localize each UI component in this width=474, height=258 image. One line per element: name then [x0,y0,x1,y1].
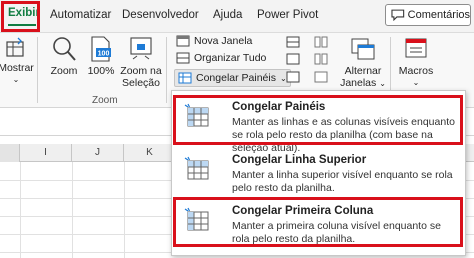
alternar-label-2: Janelas ⌄ [340,77,386,90]
sync-scroll-icon [314,53,328,65]
arrange-all-icon [176,52,190,64]
zoom-100-button[interactable]: 100 100% [85,35,117,77]
mostrar-dropdown-icon: ⌄ [12,75,20,84]
zoom-button[interactable]: Zoom [46,35,82,77]
alternar-janelas-button[interactable]: Alternar Janelas ⌄ [340,35,386,90]
column-header-j[interactable]: J [72,144,124,162]
reset-position-icon [314,71,328,83]
tab-desenvolvedor[interactable]: Desenvolvedor [122,9,199,21]
zoom-selection-icon [130,37,152,60]
unhide-window-icon [286,71,300,83]
menu-highlight-box [173,197,463,247]
split-icon [286,36,300,48]
gridline [124,162,125,258]
freeze-panes-menu: Congelar Painéis Manter as linhas e as c… [171,90,466,256]
comments-button-label: Comentários [407,9,470,21]
menu-item-title: Congelar Linha Superior [232,154,367,166]
gridline [72,162,73,258]
congelar-paineis-label: Congelar Painéis [196,72,276,84]
tab-ajuda[interactable]: Ajuda [213,9,242,21]
menu-item-congelar-linha-superior[interactable]: Congelar Linha Superior Manter a linha s… [176,148,463,200]
svg-text:100: 100 [98,51,110,58]
ribbon-separator [166,37,167,103]
macros-button[interactable]: Macros ⌄ [398,35,434,89]
zoom-group-label: Zoom [92,95,118,106]
column-header-i[interactable]: I [20,144,72,162]
switch-windows-icon [351,38,375,60]
chevron-down-icon: ⌄ [379,79,386,88]
comment-icon [391,9,405,21]
gridline [20,162,21,258]
congelar-paineis-button[interactable]: Congelar Painéis ⌄ [174,69,291,87]
menu-highlight-box [173,95,463,145]
alternar-label-1: Alternar [344,65,382,77]
zoom-100-label: 100% [87,65,115,77]
side-by-side-icon [314,36,328,48]
mostrar-button[interactable]: Mostrar ⌄ [0,36,34,86]
tab-power-pivot[interactable]: Power Pivot [257,9,318,21]
freeze-top-row-icon [184,156,209,180]
comments-button[interactable]: Comentários [385,4,471,26]
show-icon [6,37,24,57]
zoom-selection-button[interactable]: Zoom na Seleção [118,35,164,89]
organizar-tudo-button[interactable]: Organizar Tudo [176,52,266,64]
new-window-icon [176,35,190,47]
nova-janela-button[interactable]: Nova Janela [176,35,252,47]
macros-dropdown-icon: ⌄ [412,78,420,87]
magnifier-icon [53,37,76,61]
nova-janela-label: Nova Janela [194,35,253,47]
ribbon-separator [37,37,38,103]
alternar-label-2-text: Janelas [340,77,377,89]
hide-window-icon [286,53,300,65]
organizar-tudo-label: Organizar Tudo [194,52,267,64]
menu-item-desc: Manter a linha superior visível enquanto… [232,169,453,194]
freeze-panes-icon [178,72,192,84]
zoom-100-icon: 100 [91,36,111,62]
zoom-label: Zoom [50,65,78,77]
macros-icon [405,38,427,58]
zoom-selection-label-1: Zoom na [120,65,162,77]
mostrar-label: Mostrar [0,62,34,74]
select-all-corner[interactable] [0,144,20,162]
zoom-selection-label-2: Seleção [122,77,160,89]
column-header-k[interactable]: K [124,144,176,162]
ribbon-tab-bar: Exibir Automatizar Desenvolvedor Ajuda P… [0,0,474,33]
tab-automatizar[interactable]: Automatizar [50,9,111,21]
macros-label: Macros [398,65,434,77]
tab-highlight-box [1,1,40,32]
